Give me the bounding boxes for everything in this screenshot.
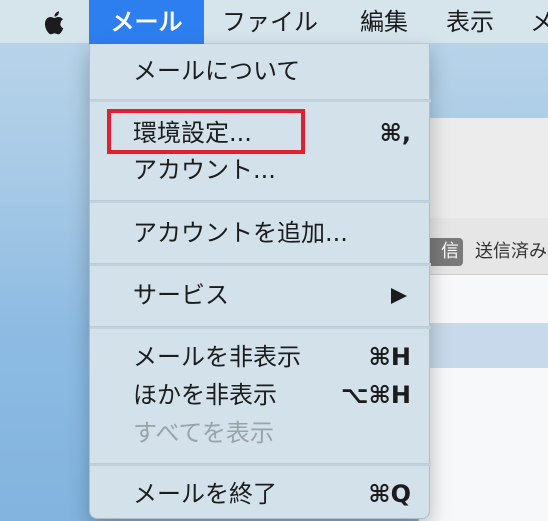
menu-item-label: すべてを表示 [133, 419, 274, 447]
menu-separator [90, 200, 431, 203]
submenu-arrow-icon [391, 288, 407, 304]
menu-item-accounts[interactable]: アカウント... [90, 151, 431, 189]
menu-item-label: ほかを非表示 [133, 381, 277, 409]
menu-bar: メール ファイル 編集 表示 メ [0, 0, 548, 44]
mail-menu-dropdown: メールについて 環境設定... ⌘, アカウント... アカウントを追加... … [89, 44, 431, 519]
menu-item-label: アカウントを追加... [133, 219, 348, 247]
menubar-view[interactable]: 表示 [446, 0, 494, 44]
menubar-mail[interactable]: メール [89, 0, 204, 44]
menubar-edit[interactable]: 編集 [360, 0, 408, 44]
menu-separator [90, 463, 431, 466]
menu-item-label: メールを非表示 [133, 343, 301, 371]
menu-item-label: メールについて [133, 57, 301, 85]
message-list-selected-row[interactable] [419, 323, 548, 368]
message-list [419, 275, 548, 521]
menu-item-shortcut: ⌥⌘H [340, 381, 411, 409]
menu-item-label: サービス [133, 281, 229, 309]
menu-separator [90, 263, 431, 266]
menu-item-shortcut: ⌘H [368, 343, 411, 371]
menubar-file[interactable]: ファイル [222, 0, 318, 44]
apple-menu[interactable] [40, 0, 70, 44]
menu-item-preferences[interactable]: 環境設定... ⌘, [90, 114, 431, 152]
mail-window-titlebar [419, 118, 548, 218]
apple-icon [44, 11, 64, 35]
menu-item-about[interactable]: メールについて [90, 52, 431, 90]
menu-item-hide-mail[interactable]: メールを非表示 ⌘H [90, 338, 431, 376]
menu-item-add-account[interactable]: アカウントを追加... [90, 214, 431, 252]
menu-item-quit[interactable]: メールを終了 ⌘Q [90, 475, 431, 513]
menu-item-shortcut: ⌘, [379, 119, 411, 147]
menu-item-show-all: すべてを表示 [90, 414, 431, 452]
mailbox-segment-sent[interactable]: 送信済み [475, 238, 547, 266]
menu-item-services[interactable]: サービス [90, 276, 431, 314]
mail-window: 信 送信済み [418, 118, 548, 521]
menu-separator [90, 326, 431, 329]
menu-separator [90, 99, 431, 102]
menu-item-shortcut: ⌘Q [368, 480, 411, 508]
menubar-mailbox[interactable]: メ [530, 0, 548, 44]
menu-item-label: 環境設定... [133, 119, 252, 147]
menu-item-label: メールを終了 [133, 480, 277, 508]
mailbox-segment-active[interactable]: 信 [427, 238, 463, 266]
menu-item-hide-others[interactable]: ほかを非表示 ⌥⌘H [90, 376, 431, 414]
menu-item-label: アカウント... [133, 156, 276, 184]
